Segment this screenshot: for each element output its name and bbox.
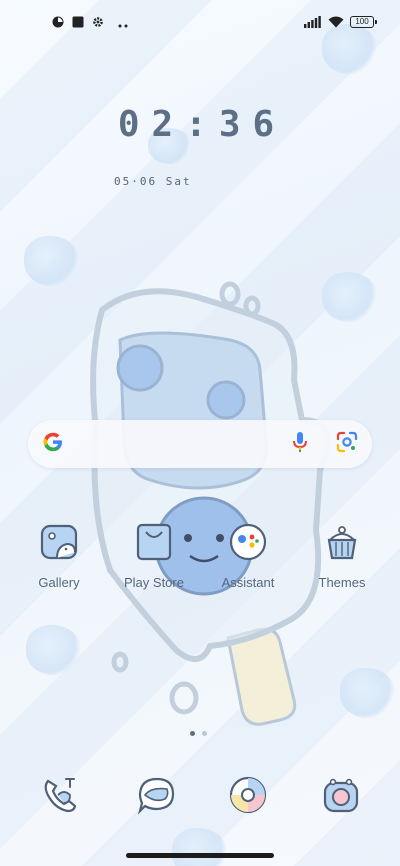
- dock-messages-button[interactable]: [136, 776, 178, 818]
- app-play-store[interactable]: Play Store: [114, 521, 194, 590]
- app-label: Themes: [318, 575, 366, 590]
- microphone-icon[interactable]: [292, 431, 308, 457]
- phone-icon: [40, 775, 80, 819]
- wallpaper-popsicle-illustration: [90, 281, 331, 726]
- clock-time[interactable]: 02:36: [0, 104, 400, 145]
- dock-browser-button[interactable]: [227, 776, 269, 818]
- wallpaper-flower: [340, 668, 396, 718]
- app-label: Play Store: [124, 575, 184, 590]
- google-logo-icon: [42, 431, 64, 457]
- themes-icon: [321, 521, 363, 563]
- status-right-group: 100: [304, 13, 377, 32]
- app-label: Gallery: [38, 575, 80, 590]
- page-dot-current: [190, 731, 195, 736]
- home-indicator-bar[interactable]: [126, 853, 274, 858]
- search-actions: [292, 431, 358, 457]
- wallpaper-flower: [24, 236, 80, 286]
- battery-icon: 100: [350, 16, 377, 28]
- gallery-icon: [38, 521, 80, 563]
- status-left-group: [52, 13, 128, 32]
- clock-date[interactable]: 05·06 Sat: [114, 175, 192, 188]
- page-dot: [202, 731, 207, 736]
- google-search-bar[interactable]: [28, 420, 372, 468]
- app-assistant[interactable]: Assistant: [208, 521, 288, 590]
- app-label: Assistant: [221, 575, 275, 590]
- stop-square-icon: [72, 13, 84, 32]
- camera-icon: [321, 775, 361, 819]
- google-lens-icon[interactable]: [336, 431, 358, 457]
- dock-camera-button[interactable]: [320, 776, 362, 818]
- app-themes[interactable]: Themes: [302, 521, 382, 590]
- browser-icon: [228, 775, 268, 819]
- assistant-icon: [227, 521, 269, 563]
- dock-phone-button[interactable]: [39, 776, 81, 818]
- page-indicator: [190, 731, 207, 736]
- signal-bars-icon: [304, 13, 322, 32]
- wifi-icon: [328, 13, 344, 32]
- wallpaper-flower: [26, 625, 82, 675]
- settings-gear-icon: [92, 13, 104, 32]
- more-dots-icon: [118, 13, 128, 32]
- messages-icon: [137, 775, 177, 819]
- status-bar: 100: [0, 0, 400, 44]
- play-store-icon: [133, 521, 175, 563]
- data-saver-icon: [52, 13, 64, 32]
- app-gallery[interactable]: Gallery: [19, 521, 99, 590]
